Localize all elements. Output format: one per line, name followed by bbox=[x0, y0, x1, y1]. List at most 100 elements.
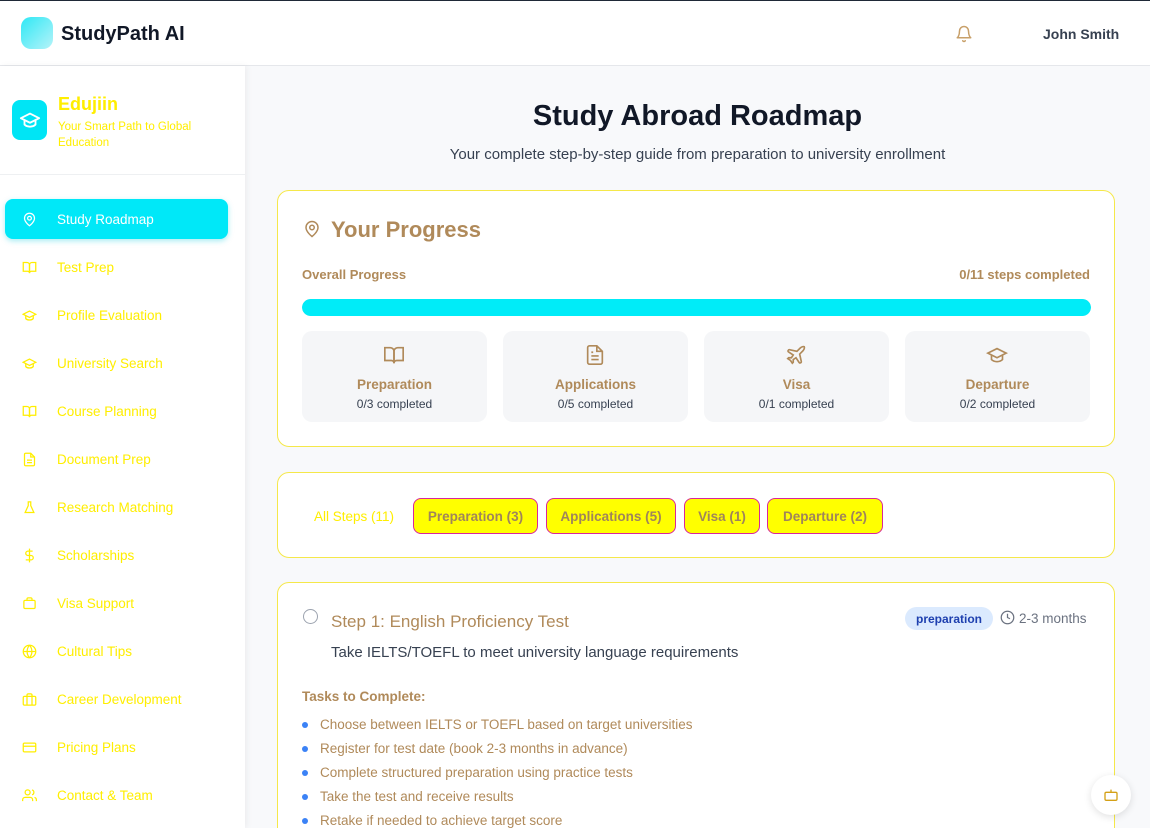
sidebar-item-contact-team[interactable]: Contact & Team bbox=[5, 775, 228, 815]
page-title: Study Abroad Roadmap bbox=[532, 100, 863, 132]
progress-bar bbox=[302, 299, 1091, 316]
sidebar-item-study-roadmap[interactable]: Study Roadmap bbox=[5, 199, 228, 239]
task-text: Retake if needed to achieve target score bbox=[320, 813, 563, 828]
sidebar-item-label: Document Prep bbox=[57, 451, 151, 467]
overall-progress-label: Overall Progress bbox=[302, 267, 407, 282]
passport-icon bbox=[21, 595, 37, 611]
sidebar-item-career-development[interactable]: Career Development bbox=[5, 679, 228, 719]
sidebar-item-visa-support[interactable]: Visa Support bbox=[5, 583, 228, 623]
sidebar-item-label: Course Planning bbox=[57, 403, 157, 419]
category-preparation: Preparation 0/3 completed bbox=[302, 331, 487, 422]
clock-icon bbox=[1000, 610, 1015, 625]
plane-icon bbox=[786, 345, 806, 365]
chatbot-button[interactable] bbox=[1091, 775, 1131, 815]
book-open-icon bbox=[21, 403, 37, 419]
step-duration: 2-3 months bbox=[1019, 611, 1087, 626]
sidebar-item-university-search[interactable]: University Search bbox=[5, 343, 228, 383]
sidebar-item-scholarships[interactable]: Scholarships bbox=[5, 535, 228, 575]
filter-all-steps[interactable]: All Steps (11) bbox=[314, 509, 394, 524]
category-count: 0/5 completed bbox=[557, 397, 634, 411]
bell-icon[interactable] bbox=[955, 25, 973, 43]
step-description: Take IELTS/TOEFL to meet university lang… bbox=[331, 644, 739, 661]
category-name: Visa bbox=[782, 377, 811, 392]
sidebar: Edujiin Your Smart Path to Global Educat… bbox=[0, 66, 245, 828]
filter-chip-applications[interactable]: Applications (5) bbox=[546, 498, 676, 534]
tasks-heading: Tasks to Complete: bbox=[302, 689, 426, 704]
bot-icon bbox=[1104, 789, 1118, 801]
progress-card: Your Progress Overall Progress 0/11 step… bbox=[277, 190, 1115, 447]
bullet bbox=[302, 769, 308, 776]
credit-card-icon bbox=[21, 739, 37, 755]
users-icon bbox=[21, 787, 37, 803]
category-name: Departure bbox=[965, 377, 1030, 392]
flask-icon bbox=[21, 499, 37, 515]
sidebar-item-test-prep[interactable]: Test Prep bbox=[5, 247, 228, 287]
sidebar-item-label: University Search bbox=[57, 355, 163, 371]
bullet bbox=[302, 721, 308, 728]
progress-title: Your Progress bbox=[331, 217, 481, 242]
category-count: 0/2 completed bbox=[959, 397, 1036, 411]
sidebar-item-research-matching[interactable]: Research Matching bbox=[5, 487, 228, 527]
sidebar-item-pricing-plans[interactable]: Pricing Plans bbox=[5, 727, 228, 767]
step-complete-radio[interactable] bbox=[303, 609, 318, 624]
step-title[interactable]: Step 1: English Proficiency Test bbox=[331, 612, 569, 632]
sidebar-item-course-planning[interactable]: Course Planning bbox=[5, 391, 228, 431]
map-pin-icon bbox=[21, 211, 37, 227]
globe-icon bbox=[21, 643, 37, 659]
graduation-cap-icon bbox=[21, 355, 37, 371]
task-item: Choose between IELTS or TOEFL based on t… bbox=[302, 717, 692, 732]
task-text: Choose between IELTS or TOEFL based on t… bbox=[320, 717, 693, 732]
briefcase-icon bbox=[21, 691, 37, 707]
graduation-cap-icon bbox=[21, 307, 37, 323]
task-text: Register for test date (book 2-3 months … bbox=[320, 741, 628, 756]
app-logo[interactable] bbox=[21, 17, 53, 49]
brand-tagline: Your Smart Path to Global Education bbox=[58, 121, 192, 149]
filter-chip-visa[interactable]: Visa (1) bbox=[684, 498, 760, 534]
category-applications: Applications 0/5 completed bbox=[503, 331, 688, 422]
step-category-badge: preparation bbox=[905, 607, 994, 630]
sidebar-item-label: Career Development bbox=[57, 691, 182, 707]
step-card: Step 1: English Proficiency Test prepara… bbox=[277, 582, 1115, 828]
file-text-icon bbox=[21, 451, 37, 467]
map-pin-icon bbox=[305, 220, 319, 238]
brand-name: Edujiin bbox=[58, 94, 118, 114]
filter-chip-preparation[interactable]: Preparation (3) bbox=[413, 498, 538, 534]
category-count: 0/1 completed bbox=[758, 397, 835, 411]
bullet bbox=[302, 793, 308, 800]
category-count: 0/3 completed bbox=[356, 397, 433, 411]
bullet bbox=[302, 745, 308, 752]
graduation-cap-icon bbox=[986, 347, 1008, 363]
brand-logo-icon bbox=[12, 100, 47, 140]
sidebar-item-document-prep[interactable]: Document Prep bbox=[5, 439, 228, 479]
user-name[interactable]: John Smith bbox=[1043, 26, 1119, 42]
sidebar-item-label: Research Matching bbox=[57, 499, 174, 515]
category-departure: Departure 0/2 completed bbox=[905, 331, 1090, 422]
steps-completed: 0/11 steps completed bbox=[959, 267, 1090, 282]
page-subtitle: Your complete step-by-step guide from pr… bbox=[449, 146, 946, 163]
category-name: Applications bbox=[554, 377, 636, 392]
file-text-icon bbox=[586, 345, 604, 365]
category-name: Preparation bbox=[356, 377, 433, 392]
sidebar-item-label: Visa Support bbox=[57, 595, 135, 611]
task-text: Take the test and receive results bbox=[320, 789, 514, 804]
divider bbox=[0, 174, 245, 175]
sidebar-item-profile-evaluation[interactable]: Profile Evaluation bbox=[5, 295, 228, 335]
filter-card: All Steps (11) Preparation (3) Applicati… bbox=[277, 472, 1115, 558]
book-open-icon bbox=[384, 346, 404, 364]
sidebar-item-label: Test Prep bbox=[57, 259, 115, 275]
task-text: Complete structured preparation using pr… bbox=[320, 765, 633, 780]
app-title[interactable]: StudyPath AI bbox=[61, 23, 185, 46]
task-item: Retake if needed to achieve target score bbox=[302, 813, 562, 828]
top-bar: StudyPath AI John Smith bbox=[0, 0, 1150, 66]
task-item: Take the test and receive results bbox=[302, 789, 514, 804]
book-open-icon bbox=[21, 259, 37, 275]
sidebar-item-label: Cultural Tips bbox=[57, 643, 133, 659]
sidebar-item-label: Pricing Plans bbox=[57, 739, 136, 755]
bullet bbox=[302, 817, 308, 824]
category-visa: Visa 0/1 completed bbox=[704, 331, 889, 422]
sidebar-item-label: Profile Evaluation bbox=[57, 307, 163, 323]
filter-chip-departure[interactable]: Departure (2) bbox=[767, 498, 883, 534]
sidebar-item-label: Contact & Team bbox=[57, 787, 153, 803]
sidebar-item-cultural-tips[interactable]: Cultural Tips bbox=[5, 631, 228, 671]
task-item: Complete structured preparation using pr… bbox=[302, 765, 633, 780]
